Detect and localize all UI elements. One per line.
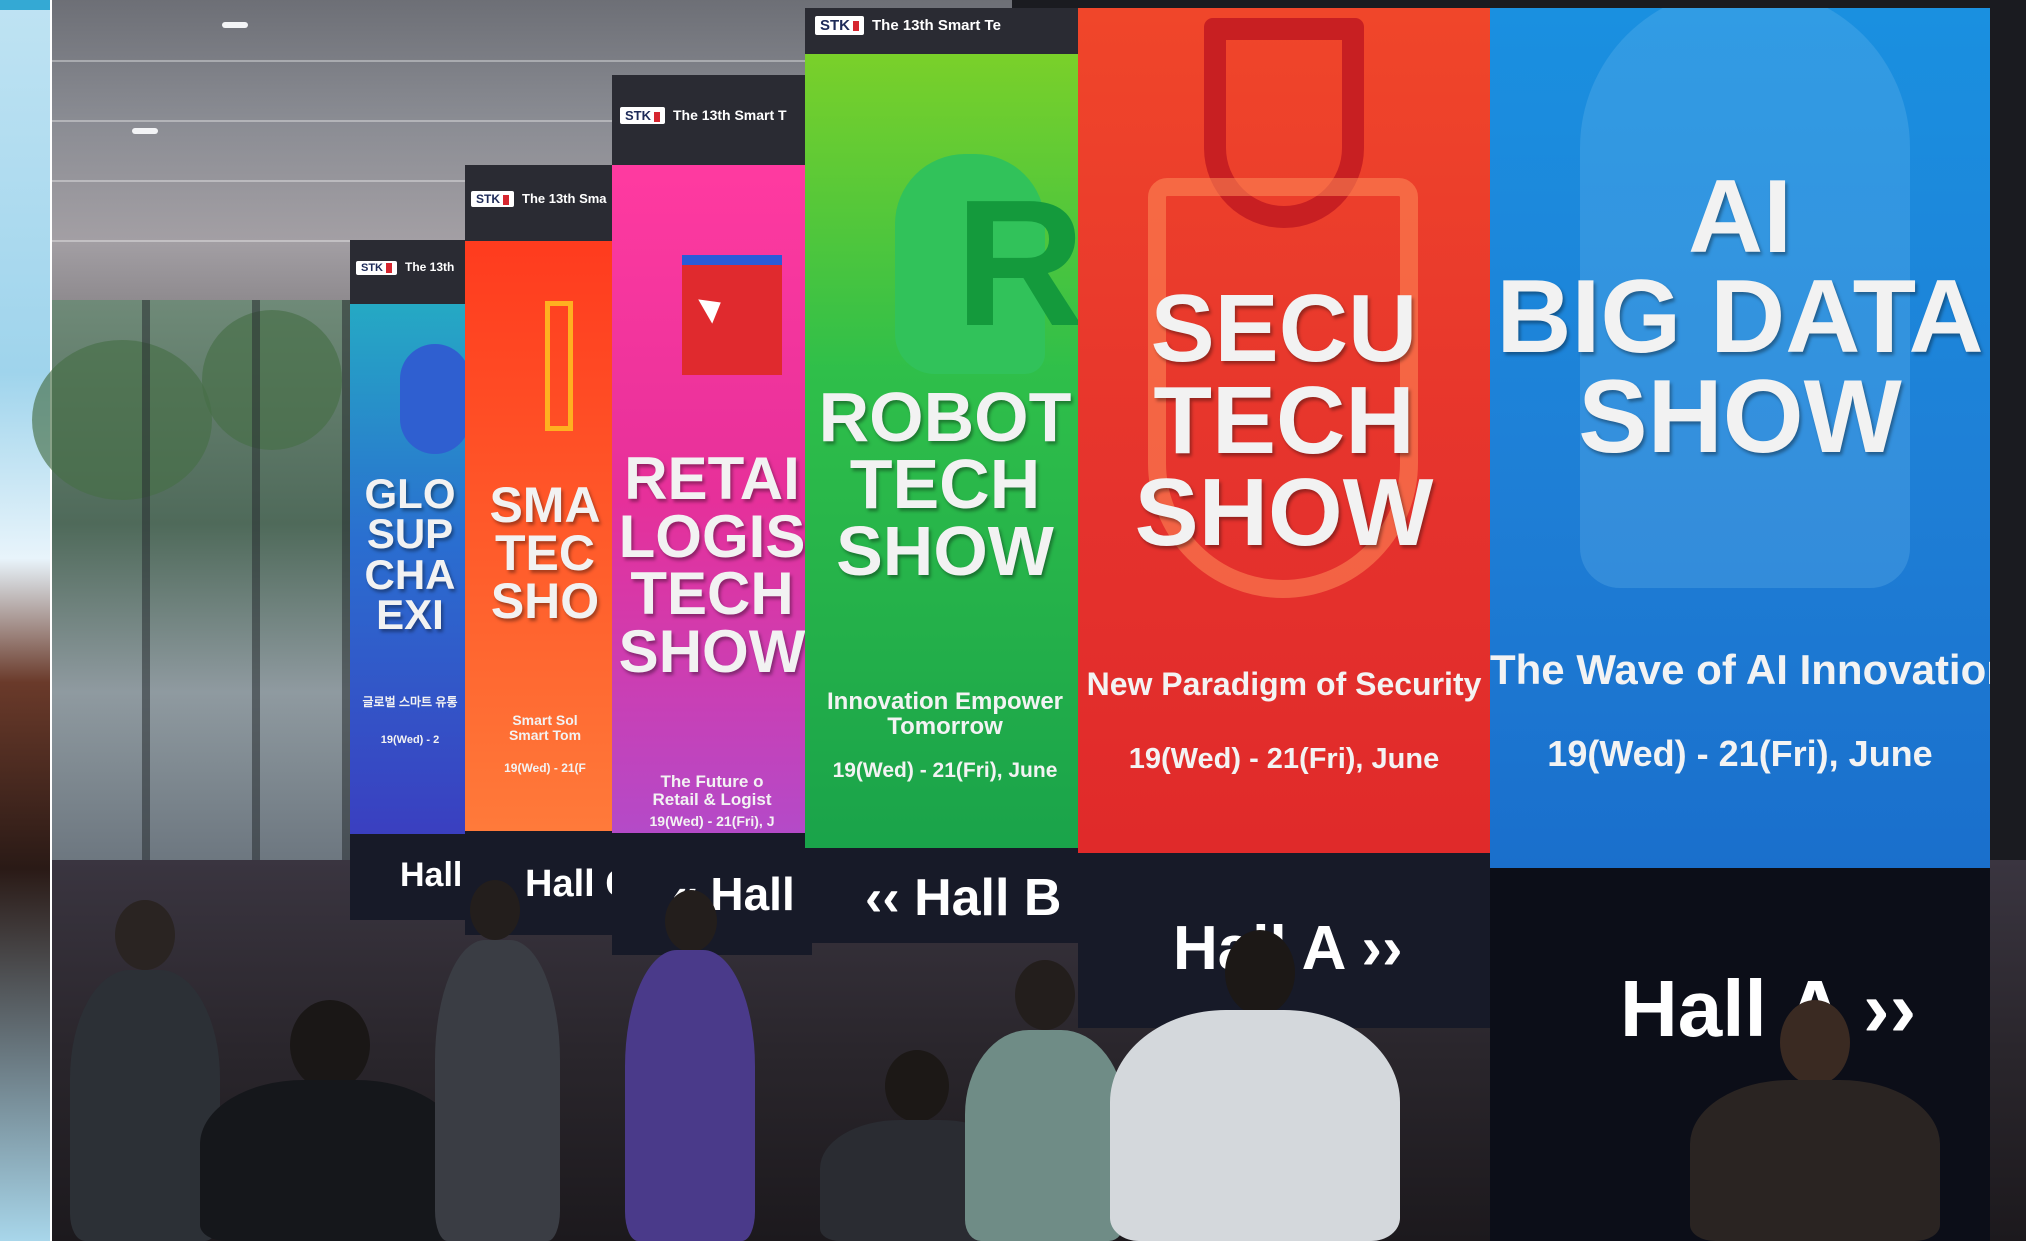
stk-logo: STK xyxy=(815,16,864,35)
banner-header-text: The 13th Smart T xyxy=(673,107,787,123)
banner-tagline: New Paradigm of Security xyxy=(1086,666,1482,702)
stk-logo: STK xyxy=(471,191,514,207)
stk-logo: STK xyxy=(356,261,397,275)
left-edge-photo-strip xyxy=(0,0,52,1241)
banner-header: STK The 13th xyxy=(350,240,470,304)
banner-title: GLO SUP CHA EXI xyxy=(364,470,456,638)
glass-mullion xyxy=(342,300,350,860)
banner-date: 19(Wed) - 21(F xyxy=(504,761,586,775)
banner-body: SECU TECH SHOW New Paradigm of Security … xyxy=(1078,8,1490,853)
cube-graphic xyxy=(682,255,782,375)
glass-mullion xyxy=(142,300,150,860)
banner-smart-tech-show: STK The 13th Sma SMA TEC SHO Smart Sol Sm… xyxy=(465,165,625,935)
visitor xyxy=(430,880,560,1241)
strip-accent-bar xyxy=(0,0,50,10)
banner-body: GLO SUP CHA EXI 글로벌 스마트 유통 19(Wed) - 2 xyxy=(350,304,470,834)
robot-head-graphic xyxy=(400,344,470,454)
tree xyxy=(202,310,342,450)
glass-mullion xyxy=(252,300,260,860)
visitor xyxy=(1690,1000,1940,1241)
banner-date: 19(Wed) - 21(Fri), June xyxy=(832,759,1058,782)
banner-tagline: 글로벌 스마트 유통 xyxy=(362,695,458,709)
building-graphic xyxy=(545,301,573,431)
banner-tagline: The Future o Retail & Logist xyxy=(652,772,772,809)
visitor xyxy=(60,900,220,1241)
hall-direction-sign: ‹‹ Hall B xyxy=(805,848,1085,943)
banner-body: SMA TEC SHO Smart Sol Smart Tom 19(Wed) … xyxy=(465,241,625,831)
banner-tagline: Smart Sol Smart Tom xyxy=(508,712,582,743)
banner-retail-logistics: STK The 13th Smart T RETAI LOGIS TECH SHO… xyxy=(612,75,812,955)
visitor xyxy=(200,1000,460,1241)
banner-date: 19(Wed) - 21(Fri), June xyxy=(1128,743,1440,775)
visitor xyxy=(960,960,1130,1241)
banner-robot-tech-show: STK The 13th Smart Te R ROBOT TECH SHOW I… xyxy=(805,8,1085,943)
banner-header: STK The 13th Smart T xyxy=(612,75,812,165)
banner-date: 19(Wed) - 21(Fri), June xyxy=(1547,733,1933,774)
banner-body: RETAI LOGIS TECH SHOW The Future o Retai… xyxy=(612,165,812,833)
banner-global-supply-chain: STK The 13th GLO SUP CHA EXI 글로벌 스마트 유통 1… xyxy=(350,240,470,920)
visitor xyxy=(620,890,760,1241)
banner-header-text: The 13th Smart Te xyxy=(872,17,1001,34)
banner-title: ROBOT TECH SHOW xyxy=(818,378,1072,591)
banner-body: R ROBOT TECH SHOW Innovation Empower Tom… xyxy=(805,54,1085,848)
banner-header: STK The 13th Sma xyxy=(465,165,625,241)
banner-title: AI BIG DATA SHOW xyxy=(1496,159,1984,475)
banner-title: RETAI LOGIS TECH SHOW xyxy=(618,445,806,685)
banner-header-text: The 13th Sma xyxy=(522,191,607,206)
banner-title: SECU TECH SHOW xyxy=(1134,275,1434,567)
banner-title: SMA TEC SHO xyxy=(489,477,601,629)
banner-header: STK The 13th Smart Te xyxy=(805,8,1085,54)
ceiling-light xyxy=(222,22,248,28)
robot-r-letter: R xyxy=(955,163,1085,364)
tree xyxy=(32,340,212,500)
banner-date: 19(Wed) - 2 xyxy=(380,734,440,746)
banner-header-text: The 13th xyxy=(405,260,455,274)
banner-date: 19(Wed) - 21(Fri), J xyxy=(649,813,775,829)
banner-tagline: Innovation Empower Tomorrow xyxy=(826,688,1063,741)
ceiling-light xyxy=(132,128,158,134)
visitor xyxy=(1110,930,1400,1241)
banner-secu-tech-show: SECU TECH SHOW New Paradigm of Security … xyxy=(1078,8,1490,1028)
stk-logo: STK xyxy=(620,107,665,124)
banner-tagline: The Wave of AI Innovation xyxy=(1490,646,1990,693)
exhibition-hall-photo: STK The 13th GLO SUP CHA EXI 글로벌 스마트 유통 1… xyxy=(0,0,2026,1241)
banner-body: AI BIG DATA SHOW The Wave of AI Innovati… xyxy=(1490,8,1990,868)
